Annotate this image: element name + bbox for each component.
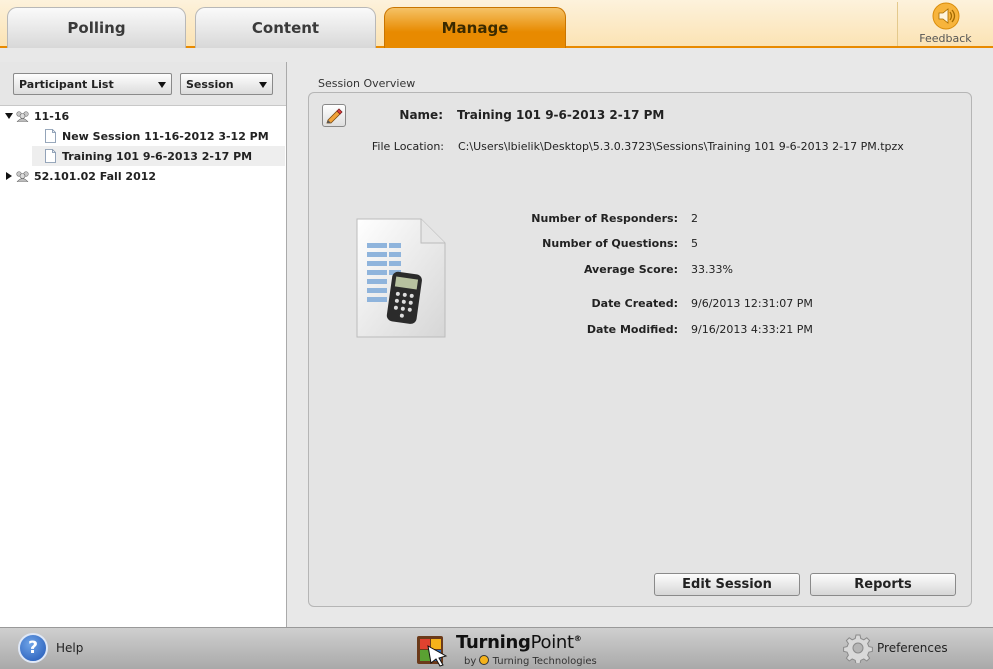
tree-item-session[interactable]: New Session 11-16-2012 3-12 PM [45, 126, 285, 146]
help-icon: ? [18, 633, 48, 663]
help-label: Help [56, 641, 84, 655]
tab-content-label: Content [251, 19, 320, 37]
bottom-bar: ? Help TurningPoint® by Turning Technolo… [0, 627, 993, 669]
questions-value: 5 [691, 237, 698, 250]
session-file-icon [356, 218, 446, 338]
brand-registered: ® [573, 634, 582, 643]
reports-button[interactable]: Reports [810, 573, 956, 596]
session-overview-panel: Name: Training 101 9-6-2013 2-17 PM File… [308, 92, 972, 607]
tree-item-group[interactable]: 11-16 [5, 106, 285, 126]
edit-name-button[interactable] [322, 104, 346, 127]
section-title: Session Overview [318, 77, 416, 90]
turningpoint-logo-icon [417, 636, 448, 667]
tab-manage-label: Manage [441, 19, 509, 37]
group-icon [16, 171, 29, 182]
session-name-value: Training 101 9-6-2013 2-17 PM [457, 108, 665, 122]
date-modified-label: Date Modified: [586, 323, 678, 336]
top-tab-bar: Polling Content Manage Feedback [0, 0, 993, 48]
brand-turning: Turning [456, 632, 531, 653]
responders-value: 2 [691, 212, 698, 225]
edit-session-label: Edit Session [682, 577, 772, 592]
brand-subtitle: by Turning Technologies [464, 655, 597, 667]
session-overview-area: Session Overview Name: Training 101 9-6-… [288, 62, 993, 627]
edit-session-button[interactable]: Edit Session [654, 573, 800, 596]
tree-item-label: New Session 11-16-2012 3-12 PM [62, 129, 269, 143]
turning-technologies-icon [479, 655, 490, 665]
date-created-label: Date Created: [591, 297, 678, 310]
tab-polling[interactable]: Polling [7, 7, 186, 48]
group-icon [16, 111, 29, 122]
brand-name: TurningPoint® [456, 632, 582, 653]
brand-point: Point [530, 632, 575, 653]
speaker-icon [932, 2, 959, 30]
pencil-icon [326, 107, 343, 123]
chevron-down-icon [259, 82, 267, 88]
average-score-value: 33.33% [691, 263, 733, 276]
tab-content[interactable]: Content [195, 7, 376, 48]
tree-item-group[interactable]: 52.101.02 Fall 2012 [6, 166, 285, 186]
feedback-label: Feedback [919, 32, 972, 45]
average-score-label: Average Score: [583, 263, 678, 276]
tab-polling-label: Polling [67, 19, 126, 37]
date-created-value: 9/6/2013 12:31:07 PM [691, 297, 813, 310]
feedback-button[interactable]: Feedback [897, 2, 993, 46]
questions-label: Number of Questions: [542, 237, 678, 250]
participant-list-dropdown-value: Participant List [19, 78, 114, 91]
chevron-down-icon [158, 82, 166, 88]
tree-item-label: Training 101 9-6-2013 2-17 PM [62, 149, 253, 163]
responders-label: Number of Responders: [531, 212, 678, 225]
left-panel-header: Participant List Session [0, 62, 286, 106]
tab-manage[interactable]: Manage [384, 7, 566, 48]
name-label: Name: [399, 108, 443, 122]
document-icon [45, 129, 56, 143]
expand-toggle-icon[interactable] [6, 172, 12, 180]
file-location-value: C:\Users\lbielik\Desktop\5.3.0.3723\Sess… [458, 140, 904, 153]
preferences-button[interactable]: Preferences [843, 633, 948, 663]
tree-item-session-selected[interactable]: Training 101 9-6-2013 2-17 PM [32, 146, 285, 166]
date-modified-value: 9/16/2013 4:33:21 PM [691, 323, 813, 336]
tree-item-label: 52.101.02 Fall 2012 [34, 169, 157, 183]
expand-toggle-icon[interactable] [5, 113, 13, 119]
reports-label: Reports [854, 577, 912, 592]
file-location-label: File Location: [371, 140, 444, 153]
help-button[interactable]: ? Help [18, 633, 83, 663]
turningpoint-logo: TurningPoint® by Turning Technologies [414, 632, 604, 668]
brand-company: Turning Technologies [492, 656, 597, 667]
gear-icon [843, 634, 873, 663]
session-dropdown[interactable]: Session [180, 73, 273, 95]
participant-session-panel: Participant List Session 11-16 New Sessi… [0, 62, 287, 627]
participant-list-dropdown[interactable]: Participant List [13, 73, 172, 95]
session-dropdown-value: Session [186, 78, 234, 91]
tree-item-label: 11-16 [34, 109, 70, 123]
document-icon [45, 149, 56, 163]
preferences-label: Preferences [877, 641, 948, 655]
brand-by: by [464, 656, 477, 667]
